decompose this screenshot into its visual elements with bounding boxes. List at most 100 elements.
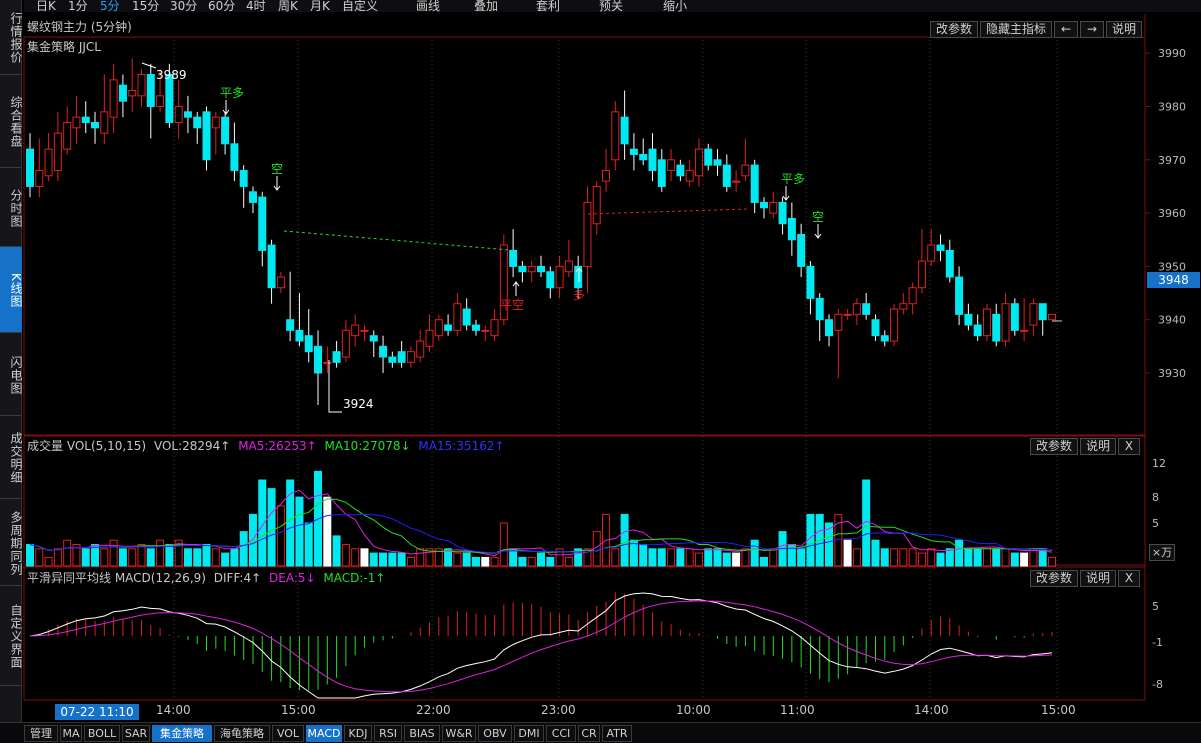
volume-ma15-line: [29, 513, 1053, 554]
left-tab-7[interactable]: 自定义界面: [0, 586, 23, 686]
candle-body-100: [955, 276, 964, 315]
volume-bar-104: [992, 548, 1001, 567]
volume-bar-1: [35, 548, 44, 567]
toolbar-item-10[interactable]: 画线: [416, 0, 440, 12]
volume-bar-99: [945, 548, 954, 567]
indicator-tab-14[interactable]: CCI: [546, 725, 576, 742]
help-button[interactable]: 说明: [1106, 21, 1143, 38]
indicator-tab-7[interactable]: MACD: [306, 725, 342, 742]
toolbar-item-12[interactable]: 套利: [536, 0, 560, 12]
indicator-tab-3[interactable]: SAR: [122, 725, 150, 742]
indicator-tab-9[interactable]: RSI: [374, 725, 402, 742]
macd-tick-label-2: -8: [1152, 678, 1163, 691]
left-tab-3[interactable]: K线图: [0, 247, 23, 333]
volume-value: VOL:28294↑: [153, 439, 231, 453]
toolbar-item-9[interactable]: 自定义: [342, 0, 378, 12]
indicator-tab-15[interactable]: CR: [578, 725, 600, 742]
candle-body-3: [53, 132, 62, 171]
volume-bar-17: [183, 548, 192, 567]
candle-body-95: [908, 287, 917, 305]
indicator-tab-10[interactable]: BIAS: [404, 725, 440, 742]
toolbar-item-1[interactable]: 1分: [68, 0, 88, 12]
macd-value: MACD:-1↑: [323, 571, 386, 585]
indicator-tab-0[interactable]: 管理: [24, 725, 58, 742]
signal-close-short: 平空: [500, 298, 525, 312]
volume-bar-88: [843, 539, 852, 567]
candle-body-69: [667, 159, 676, 171]
volume-close-button[interactable]: X: [1118, 438, 1141, 455]
volume-bar-29: [295, 496, 304, 567]
signal-close-long: 平多: [220, 86, 245, 100]
macd-close-button[interactable]: X: [1118, 570, 1141, 587]
volume-bar-21: [221, 552, 230, 567]
candle-body-37: [369, 335, 378, 342]
toolbar-item-3[interactable]: 15分: [132, 0, 159, 12]
indicator-tab-1[interactable]: MA: [60, 725, 82, 742]
toolbar-item-4[interactable]: 30分: [170, 0, 197, 12]
candle-body-12: [137, 74, 146, 97]
time-label-4: 10:00: [676, 703, 711, 717]
toolbar-item-13[interactable]: 预关: [599, 0, 623, 12]
toolbar-item-6[interactable]: 4时: [246, 0, 266, 12]
toolbar-item-11[interactable]: 叠加: [474, 0, 498, 12]
toolbar-item-5[interactable]: 60分: [208, 0, 235, 12]
candle-body-76: [732, 180, 741, 183]
volume-bar-77: [741, 548, 750, 567]
volume-unit-button[interactable]: ×万: [1149, 544, 1175, 561]
macd-help-button[interactable]: 说明: [1080, 570, 1117, 587]
volume-help-button[interactable]: 说明: [1080, 438, 1117, 455]
signal-long: 多: [573, 288, 586, 302]
candle-body-105: [1001, 303, 1010, 342]
hide-main-indicator-button[interactable]: 隐藏主指标: [980, 21, 1053, 38]
toolbar-item-7[interactable]: 周K: [278, 0, 298, 12]
candle-body-66: [639, 153, 648, 161]
indicator-tab-16[interactable]: ATR: [602, 725, 632, 742]
macd-diff: DIFF:4↑: [213, 571, 262, 585]
indicator-tab-6[interactable]: VOL: [272, 725, 304, 742]
candle-body-110: [1048, 313, 1056, 321]
volume-bar-94: [899, 548, 908, 567]
candle-body-32: [323, 361, 332, 364]
left-tab-4[interactable]: 闪电图: [0, 333, 23, 416]
scroll-left-button[interactable]: ←: [1054, 21, 1079, 38]
volume-ma5: MA5:26253↑: [238, 439, 317, 453]
candle-body-80: [769, 201, 778, 214]
strategy-label: 集金策略 JJCL: [27, 40, 101, 54]
volume-bar-107: [1020, 552, 1029, 567]
indicator-tab-13[interactable]: DMI: [514, 725, 544, 742]
macd-panel-frame: [23, 566, 1146, 701]
toolbar-item-14[interactable]: 缩小: [663, 0, 687, 12]
indicator-tab-2[interactable]: BOLL: [84, 725, 120, 742]
indicator-tab-8[interactable]: KDJ: [344, 725, 372, 742]
scroll-right-button[interactable]: →: [1080, 21, 1105, 38]
indicator-tab-5[interactable]: 海龟策略: [214, 725, 270, 742]
indicator-tab-12[interactable]: OBV: [478, 725, 512, 742]
left-tab-0[interactable]: 行情报价: [0, 0, 23, 75]
left-tab-2[interactable]: 分时图: [0, 168, 23, 247]
left-tab-6[interactable]: 多周期同列: [0, 499, 23, 586]
left-tab-1[interactable]: 综合看盘: [0, 75, 23, 168]
toolbar-item-8[interactable]: 月K: [310, 0, 330, 12]
candle-body-84: [806, 265, 815, 299]
change-params-button[interactable]: 改参数: [930, 21, 979, 38]
candle-body-50: [490, 319, 499, 337]
volume-ma10: MA10:27078↓: [324, 439, 411, 453]
indicator-tab-4[interactable]: 集金策略: [152, 725, 212, 742]
indicator-tab-11[interactable]: W&R: [442, 725, 476, 742]
volume-bar-83: [797, 548, 806, 567]
volume-bar-47: [462, 552, 471, 567]
candle-body-20: [211, 116, 220, 129]
left-tab-5[interactable]: 成交明细: [0, 416, 23, 499]
candle-body-38: [379, 345, 388, 358]
volume-params-button[interactable]: 改参数: [1030, 438, 1079, 455]
macd-tick-label-1: -1: [1152, 636, 1163, 649]
price-tick-label-0: 3930: [1158, 367, 1186, 380]
toolbar-item-2[interactable]: 5分: [100, 0, 120, 12]
toolbar-item-0[interactable]: 日K: [36, 0, 56, 12]
macd-header: 平滑异同平均线 MACD(12,26,9) DIFF:4↑ DEA:5↓ MAC…: [27, 569, 385, 585]
candle-body-31: [314, 345, 323, 374]
chart-canvas[interactable]: 393039403950396039703980399058125-1-8: [0, 0, 1201, 743]
signal-short: 空: [271, 162, 284, 176]
candle-body-75: [722, 164, 731, 187]
macd-params-button[interactable]: 改参数: [1030, 570, 1079, 587]
